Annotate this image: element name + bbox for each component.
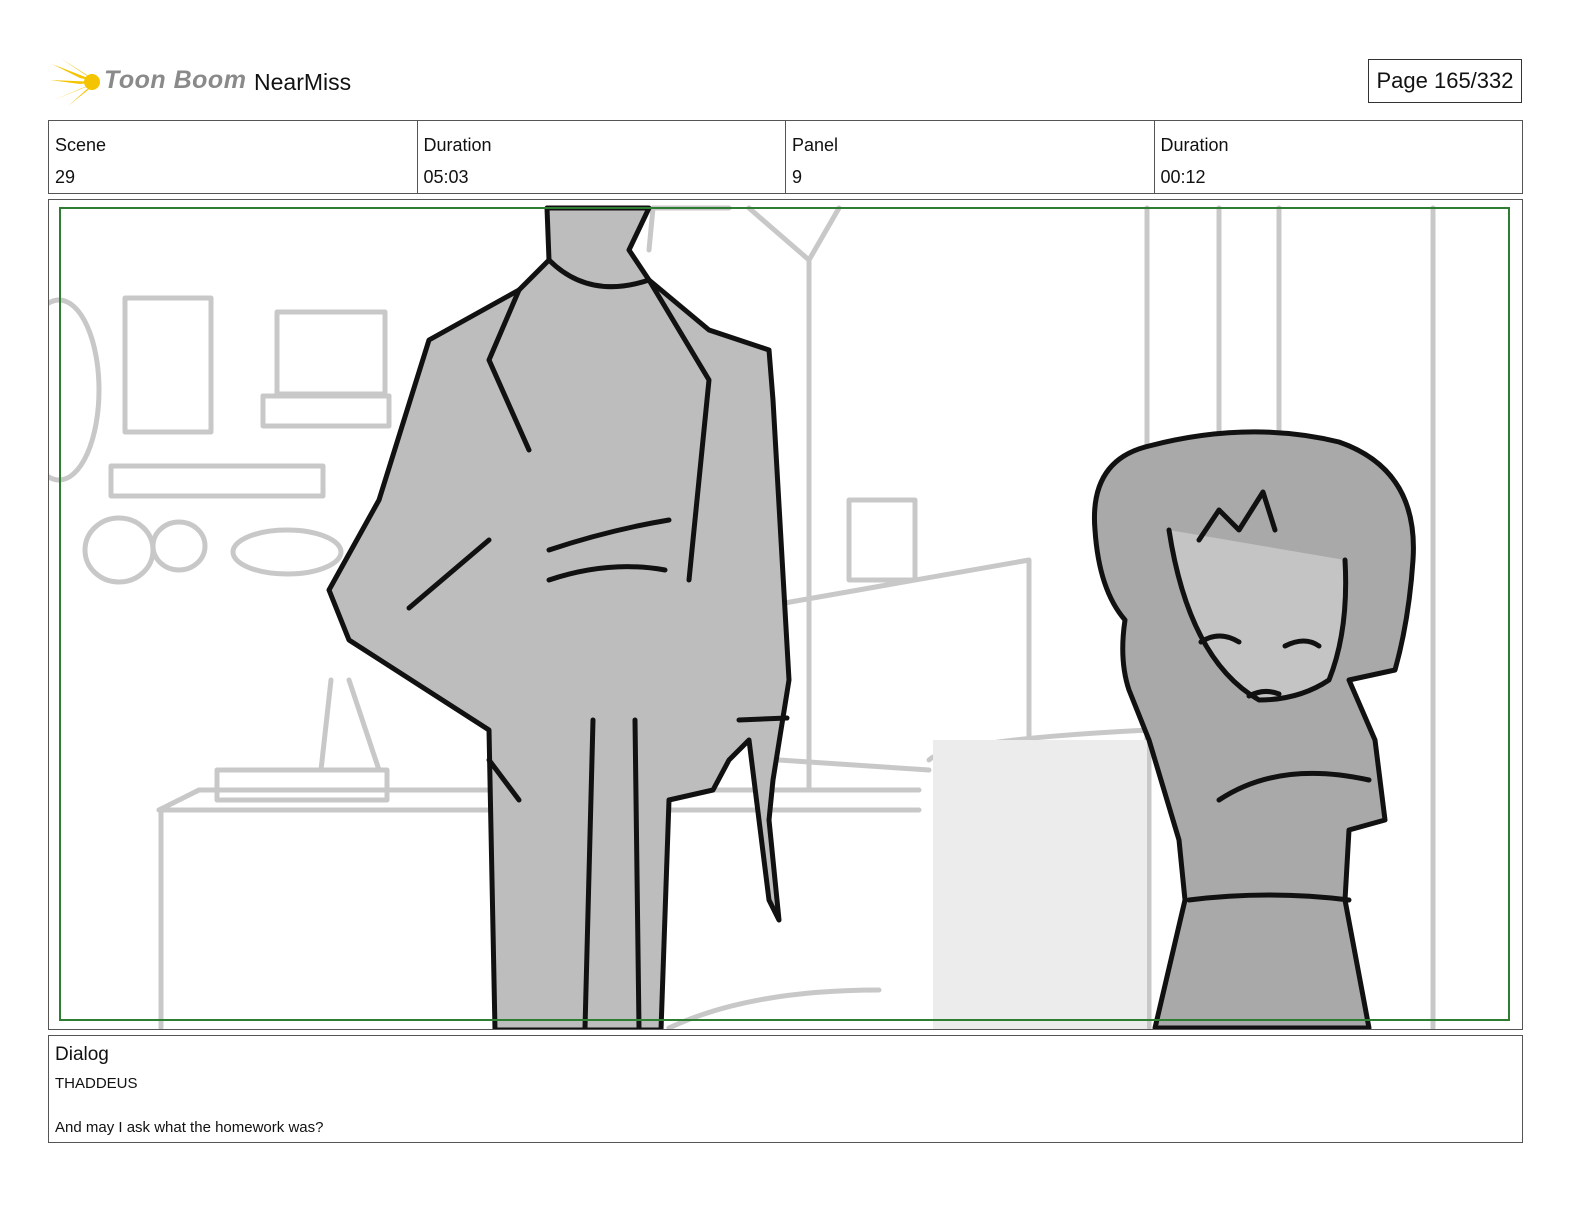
scene-info-table: Scene 29 Duration 05:03 Panel 9 Duration… [48,120,1523,194]
scene-duration-value: 05:03 [423,167,469,187]
tall-character-sketch [326,205,792,1029]
page-label: Page 165/332 [1376,68,1514,93]
scene-cell: Scene 29 [49,121,417,193]
dialog-line: And may I ask what the homework was? [55,1119,324,1136]
scene-value: 29 [55,167,76,187]
project-title: NearMiss [254,69,352,95]
chair-fill [933,740,1147,1029]
page-indicator: Page 165/332 [1368,59,1522,103]
dialog-box: Dialog THADDEUS And may I ask what the h… [48,1035,1523,1143]
storyboard-sketch-image [49,205,1510,1029]
panel-duration-value: 00:12 [1160,167,1206,187]
scene-label: Scene [55,135,107,155]
panel-label: Panel [792,135,839,155]
brand-name: Toon Boom [104,66,247,94]
scene-duration-cell: Duration 05:03 [416,121,786,193]
panel-value: 9 [792,167,803,187]
panel-duration-cell: Duration 00:12 [1153,121,1523,193]
scene-duration-label: Duration [423,135,492,155]
panel-cell: Panel 9 [785,121,1154,193]
dialog-title: Dialog [55,1044,109,1065]
storyboard-panel-frame [48,199,1523,1030]
panel-duration-label: Duration [1160,135,1229,155]
dialog-speaker: THADDEUS [55,1075,138,1092]
